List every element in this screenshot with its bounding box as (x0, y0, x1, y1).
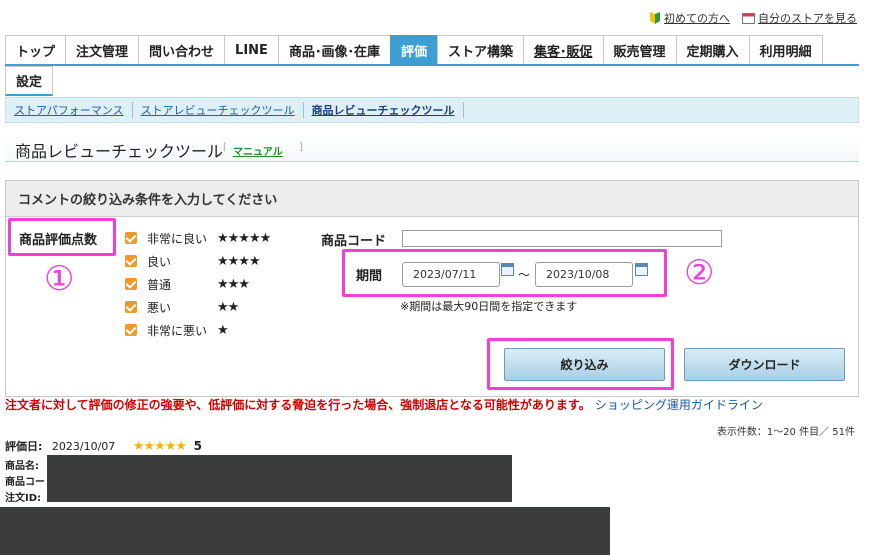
review-date: 2023/10/07 (51, 440, 116, 453)
beginner-mark-icon (650, 11, 660, 24)
rating-stars: ★★★★ (217, 253, 261, 269)
period-label: 期間 (356, 269, 383, 284)
page-title-bar: 商品レビューチェックツール [ マニュアル ] (5, 136, 859, 162)
rating-option: 良い ★★★★ (125, 254, 261, 269)
page-title: 商品レビューチェックツール (15, 142, 224, 161)
rating-stars: ★★ (217, 299, 239, 315)
first-time-label: 初めての方へ (664, 12, 730, 25)
tab-item[interactable]: 評価 (389, 35, 438, 64)
review-date-row: 評価日: 2023/10/07 ★★★★★ 5 (5, 438, 202, 454)
bracket-open: [ (223, 142, 227, 153)
order-id-label: 注文ID: (5, 493, 42, 504)
tab-item[interactable]: LINE (224, 35, 279, 64)
date-to-input[interactable]: 2023/10/08 (535, 262, 633, 287)
my-store-link[interactable]: 自分のストアを見る (742, 10, 857, 26)
rating-checkbox[interactable] (125, 232, 137, 244)
tab-item[interactable]: 注文管理 (65, 35, 140, 64)
rating-option-label: 普通 (147, 277, 172, 292)
tab-item[interactable]: 問い合わせ (138, 35, 226, 64)
result-count: 表示件数：1～20 件目／ 51件 (716, 427, 855, 438)
tab-item[interactable]: 利用明細 (748, 35, 823, 64)
rating-checkbox[interactable] (125, 278, 137, 290)
warning-text: 注文者に対して評価の修正の強要や、低評価に対する脅迫を行った場合、強制退店となる… (5, 398, 591, 412)
rating-checkbox[interactable] (125, 324, 137, 336)
review-stars: ★★★★★ (132, 439, 187, 454)
bracket-close: ] (299, 142, 303, 153)
product-name-label: 商品名: (5, 461, 39, 472)
tab-item[interactable]: 商品･画像･在庫 (277, 35, 391, 64)
rating-option-label: 良い (147, 254, 172, 269)
rating-stars: ★★★★★ (217, 230, 271, 246)
main-tabs: トップ 注文管理 問い合わせ LINE 商品･画像･在庫 評価 ストア構築 集客･販促 販売管理… (5, 35, 859, 97)
tab-item[interactable]: トップ (5, 35, 67, 64)
tab-item[interactable]: 定期購入 (675, 35, 750, 64)
manual-link[interactable]: マニュアル (233, 143, 283, 158)
tab-row-2: 設定 (5, 66, 859, 97)
sub-navigation: ストアパフォーマンス ストアレビューチェックツール 商品レビューチェックツール (5, 97, 859, 123)
tab-item[interactable]: 販売管理 (602, 35, 677, 64)
tab-item[interactable]: ストア構築 (436, 35, 524, 64)
rating-option: 非常に良い ★★★★★ (125, 231, 271, 246)
review-score: 5 (193, 439, 202, 453)
rating-stars: ★★★ (217, 276, 250, 292)
window-icon (742, 12, 755, 24)
guideline-link[interactable]: ショッピング運用ガイドライン (595, 398, 763, 412)
rating-checkbox[interactable] (125, 255, 137, 267)
period-note: ※期間は最大90日間を指定できます (400, 300, 578, 313)
tilde-separator: ～ (518, 268, 531, 282)
download-button[interactable]: ダウンロード (684, 348, 845, 381)
tab-item[interactable]: 設定 (5, 66, 54, 96)
rating-option: 普通 ★★★ (125, 277, 250, 292)
date-from-input[interactable]: 2023/07/11 (402, 262, 500, 287)
annotation-number-2: ② (684, 253, 715, 293)
first-time-link[interactable]: 初めての方へ (649, 10, 730, 26)
annotation-number-1: ① (44, 259, 75, 299)
rating-stars: ★ (217, 322, 229, 338)
rating-option: 非常に悪い ★ (125, 323, 229, 338)
filter-button[interactable]: 絞り込み (504, 348, 665, 381)
my-store-label: 自分のストアを見る (758, 12, 857, 25)
subnav-item[interactable]: ストアパフォーマンス (14, 102, 133, 118)
calendar-icon[interactable] (501, 263, 514, 276)
rating-option: 悪い ★★ (125, 300, 239, 315)
rating-label: 商品評価点数 (19, 233, 98, 248)
redacted-product-info (47, 455, 512, 502)
warning-message: 注文者に対して評価の修正の強要や、低評価に対する脅迫を行った場合、強制退店となる… (5, 396, 763, 413)
filter-heading: コメントの絞り込み条件を入力してください (6, 181, 858, 217)
calendar-icon[interactable] (635, 263, 648, 276)
rating-checkbox[interactable] (125, 301, 137, 313)
product-code-label: 商品コード (321, 234, 387, 249)
review-date-label: 評価日: (5, 440, 43, 453)
tab-item[interactable]: 集客･販促 (522, 35, 604, 64)
redacted-review-content (0, 507, 610, 555)
subnav-item[interactable]: 商品レビューチェックツール (312, 102, 464, 118)
subnav-item[interactable]: ストアレビューチェックツール (141, 102, 304, 118)
product-code-input[interactable] (402, 230, 722, 247)
rating-option-label: 非常に悪い (147, 323, 208, 338)
rating-option-label: 悪い (147, 300, 172, 315)
product-code-row-label: 商品コー (5, 477, 45, 488)
rating-option-label: 非常に良い (147, 231, 208, 246)
top-links: 初めての方へ 自分のストアを見る (649, 10, 857, 26)
tab-row-1: トップ 注文管理 問い合わせ LINE 商品･画像･在庫 評価 ストア構築 集客･販促 販売管理… (5, 35, 859, 66)
